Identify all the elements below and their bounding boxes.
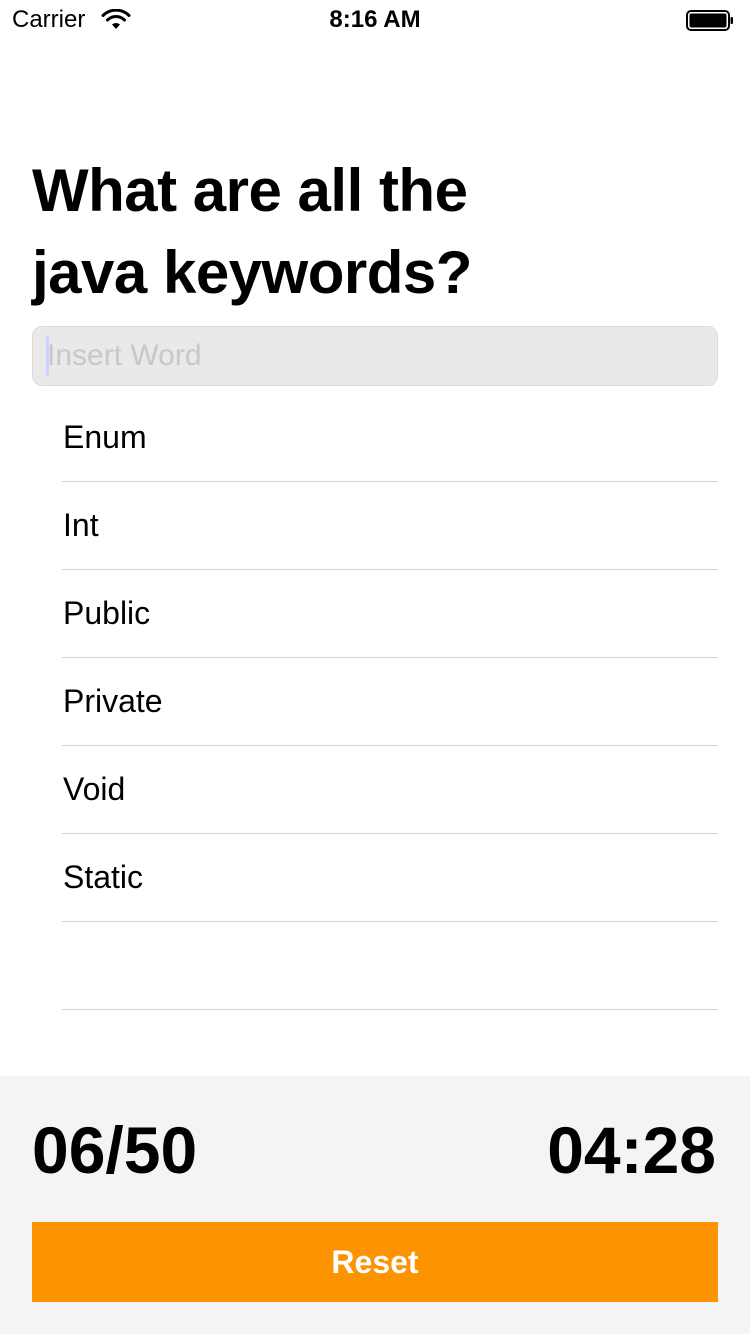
list-item-label: Static bbox=[63, 859, 144, 895]
question-line-1: What are all the bbox=[32, 157, 468, 224]
reset-button[interactable]: Reset bbox=[32, 1222, 718, 1302]
word-list[interactable]: Enum Int Public Private Void Static bbox=[62, 394, 718, 1010]
list-item-label: Void bbox=[63, 771, 126, 807]
list-item[interactable]: Void bbox=[62, 746, 718, 834]
list-item[interactable]: Private bbox=[62, 658, 718, 746]
status-time: 8:16 AM bbox=[329, 6, 421, 33]
list-item[interactable]: Public bbox=[62, 570, 718, 658]
status-bar: Carrier 8:16 AM bbox=[0, 0, 750, 40]
list-item-label: Private bbox=[63, 683, 163, 719]
list-item[interactable]: Enum bbox=[62, 394, 718, 482]
list-item-label: Enum bbox=[63, 419, 147, 455]
question-line-2: java keywords? bbox=[32, 239, 472, 306]
battery-icon bbox=[686, 10, 733, 31]
score-counter: 06/50 bbox=[32, 1113, 198, 1187]
word-input[interactable] bbox=[32, 326, 718, 386]
list-item[interactable]: Int bbox=[62, 482, 718, 570]
footer-panel: 06/50 04:28 Reset bbox=[0, 1076, 750, 1334]
countdown-timer: 04:28 bbox=[547, 1113, 716, 1187]
list-item-label: Int bbox=[63, 507, 99, 543]
text-cursor bbox=[46, 336, 49, 376]
question-title: What are all the java keywords? bbox=[32, 150, 632, 314]
list-item-label: Public bbox=[63, 595, 151, 631]
list-item[interactable]: Static bbox=[62, 834, 718, 922]
list-item-empty[interactable] bbox=[62, 922, 718, 1010]
